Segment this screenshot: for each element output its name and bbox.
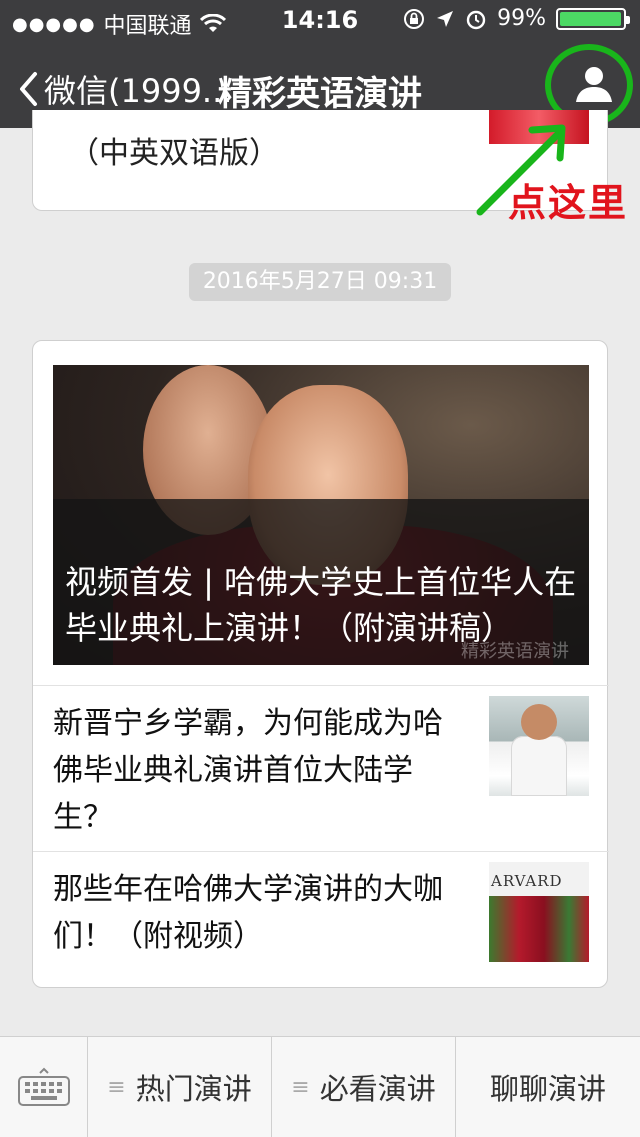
menu-item-label: 热门演讲 — [135, 1072, 252, 1106]
annotation-label: 点这里 — [508, 181, 629, 225]
status-right: 99% — [403, 6, 630, 31]
article-card: 视频首发 | 哈佛大学史上首位华人在毕业典礼上演讲！（附演讲稿） 精彩英语演讲 … — [32, 340, 609, 989]
top-bar: ●●●●● 中国联通 14:16 99% 微信(1999... 精彩英语演讲 — [0, 0, 640, 128]
orientation-lock-icon — [404, 8, 425, 29]
thumbnail-face — [521, 704, 557, 740]
cover-watermark: 精彩英语演讲 — [461, 641, 569, 662]
battery-icon — [556, 7, 630, 30]
keyboard-icon — [18, 1067, 70, 1106]
article-title: 那些年在哈佛大学演讲的大咖们！（附视频） — [53, 872, 443, 954]
battery-percent: 99% — [497, 6, 546, 31]
thumbnail-banners — [489, 896, 589, 962]
menu-item-label: 必看演讲 — [319, 1072, 436, 1106]
previous-article-text: （中英双语版） — [69, 136, 279, 171]
status-bar: ●●●●● 中国联通 14:16 99% — [0, 0, 640, 40]
article-thumbnail: ARVARD — [489, 862, 589, 962]
menu-item-label: 聊聊演讲 — [489, 1072, 606, 1106]
bottom-menu-bar: ≡ 热门演讲 ≡ 必看演讲 聊聊演讲 — [0, 1036, 640, 1137]
location-arrow-icon — [437, 10, 454, 27]
article-thumbnail — [489, 696, 589, 796]
article-title: 新晋宁乡学霸，为何能成为哈佛毕业典礼演讲首位大陆学生？ — [53, 706, 443, 835]
page-title: 精彩英语演讲 — [218, 74, 422, 114]
menu-item-must-watch[interactable]: ≡ 必看演讲 — [272, 1037, 456, 1137]
article-list-item[interactable]: 那些年在哈佛大学演讲的大咖们！（附视频） ARVARD — [33, 851, 609, 989]
message-timestamp: 2016年5月27日 09:31 — [189, 263, 451, 301]
alarm-clock-icon — [466, 10, 486, 29]
keyboard-toggle-button[interactable] — [0, 1037, 88, 1137]
menu-item-hot-speeches[interactable]: ≡ 热门演讲 — [88, 1037, 272, 1137]
thumbnail-harvard-text: ARVARD — [491, 872, 563, 890]
main-article-cover[interactable]: 视频首发 | 哈佛大学史上首位华人在毕业典礼上演讲！（附演讲稿） 精彩英语演讲 — [53, 365, 589, 665]
submenu-lines-icon: ≡ — [107, 1074, 126, 1100]
thumbnail-labcoat — [511, 736, 567, 796]
submenu-lines-icon: ≡ — [291, 1074, 310, 1100]
battery-fill — [560, 11, 622, 26]
article-list-item[interactable]: 新晋宁乡学霸，为何能成为哈佛毕业典礼演讲首位大陆学生？ — [33, 685, 609, 852]
menu-item-chat-speeches[interactable]: 聊聊演讲 — [456, 1037, 640, 1137]
